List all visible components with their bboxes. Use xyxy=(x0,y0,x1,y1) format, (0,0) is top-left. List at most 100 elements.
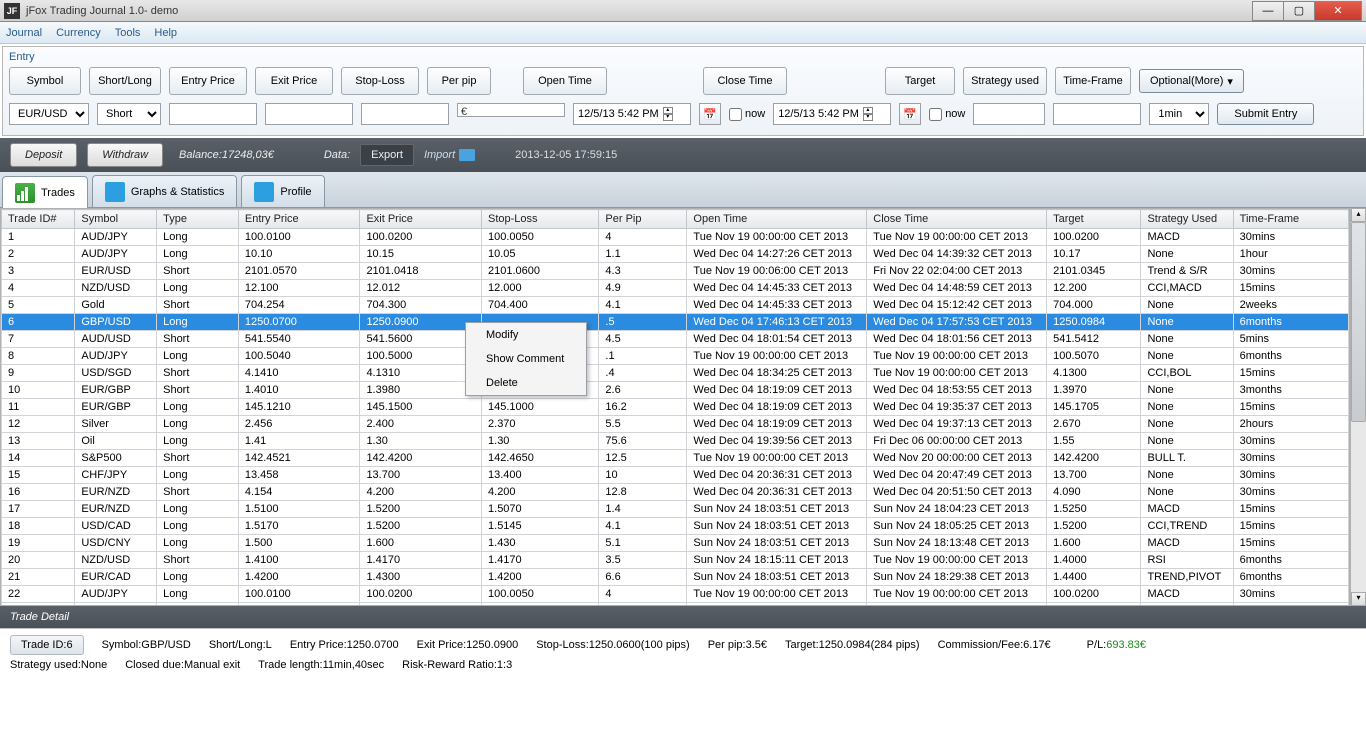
table-row[interactable]: 8AUD/JPYLong100.5040100.5000.1Tue Nov 19… xyxy=(2,348,1349,365)
cell: 6.6 xyxy=(599,569,687,586)
symbol-select[interactable]: EUR/USD xyxy=(9,103,89,125)
tab-trades[interactable]: Trades xyxy=(2,176,88,208)
cell: 1.4300 xyxy=(360,569,482,586)
label-strategy: Strategy used xyxy=(963,67,1047,95)
table-row[interactable]: 23AUD/JPYLong10.1010.1510.051.1Wed Dec 0… xyxy=(2,603,1349,607)
menu-tools[interactable]: Tools xyxy=(115,27,141,39)
open-date-picker[interactable]: 📅 xyxy=(699,103,721,125)
cell: 19 xyxy=(2,535,75,552)
scroll-thumb[interactable] xyxy=(1351,222,1366,422)
trades-grid[interactable]: Trade ID#SymbolTypeEntry PriceExit Price… xyxy=(0,208,1350,606)
cell: 4.1 xyxy=(599,518,687,535)
ctx-modify[interactable]: Modify xyxy=(466,323,586,347)
maximize-button[interactable]: ▢ xyxy=(1283,1,1315,21)
cell: 13.400 xyxy=(482,467,599,484)
cell: Sun Nov 24 18:03:51 CET 2013 xyxy=(687,535,867,552)
deposit-button[interactable]: Deposit xyxy=(10,143,77,167)
col-per-pip[interactable]: Per Pip xyxy=(599,210,687,229)
per-pip-input[interactable] xyxy=(457,103,565,117)
col-stop-loss[interactable]: Stop-Loss xyxy=(482,210,599,229)
col-open-time[interactable]: Open Time xyxy=(687,210,867,229)
table-row[interactable]: 5GoldShort704.254704.300704.4004.1Wed De… xyxy=(2,297,1349,314)
col-symbol[interactable]: Symbol xyxy=(75,210,157,229)
close-now-checkbox[interactable]: now xyxy=(929,103,965,125)
timeframe-select[interactable]: 1min xyxy=(1149,103,1209,125)
col-close-time[interactable]: Close Time xyxy=(867,210,1047,229)
label-per-pip: Per pip xyxy=(427,67,491,95)
cell: Wed Dec 04 18:53:55 CET 2013 xyxy=(867,382,1047,399)
table-row[interactable]: 22AUD/JPYLong100.0100100.0200100.00504Tu… xyxy=(2,586,1349,603)
col-type[interactable]: Type xyxy=(157,210,239,229)
cell: 6months xyxy=(1233,569,1348,586)
target-input[interactable] xyxy=(973,103,1045,125)
tab-graphs[interactable]: Graphs & Statistics xyxy=(92,175,238,207)
cell: Sun Nov 24 18:05:25 CET 2013 xyxy=(867,518,1047,535)
table-row[interactable]: 11EUR/GBPLong145.1210145.1500145.100016.… xyxy=(2,399,1349,416)
ctx-show-comment[interactable]: Show Comment xyxy=(466,347,586,371)
close-date-picker[interactable]: 📅 xyxy=(899,103,921,125)
cell: RSI xyxy=(1141,552,1233,569)
menu-journal[interactable]: Journal xyxy=(6,27,42,39)
cell: S&P500 xyxy=(75,450,157,467)
table-row[interactable]: 21EUR/CADLong1.42001.43001.42006.6Sun No… xyxy=(2,569,1349,586)
entry-price-input[interactable] xyxy=(169,103,257,125)
scroll-up-icon[interactable]: ▴ xyxy=(1351,208,1366,222)
trades-grid-wrap: Trade ID#SymbolTypeEntry PriceExit Price… xyxy=(0,208,1366,606)
table-row[interactable]: 1AUD/JPYLong100.0100100.0200100.00504Tue… xyxy=(2,229,1349,246)
table-row[interactable]: 7AUD/USDShort541.5540541.56004.5Wed Dec … xyxy=(2,331,1349,348)
open-time-input[interactable]: 12/5/13 5:42 PM▴▾ xyxy=(573,103,691,125)
table-row[interactable]: 3EUR/USDShort2101.05702101.04182101.0600… xyxy=(2,263,1349,280)
col-strategy-used[interactable]: Strategy Used xyxy=(1141,210,1233,229)
scroll-track[interactable] xyxy=(1351,222,1366,592)
col-target[interactable]: Target xyxy=(1047,210,1141,229)
cell: Long xyxy=(157,569,239,586)
optional-more-button[interactable]: Optional(More)▾ xyxy=(1139,69,1244,93)
col-time-frame[interactable]: Time-Frame xyxy=(1233,210,1348,229)
scroll-down-icon[interactable]: ▾ xyxy=(1351,592,1366,606)
menu-currency[interactable]: Currency xyxy=(56,27,101,39)
cell: 10.10 xyxy=(238,246,360,263)
table-row[interactable]: 20NZD/USDShort1.41001.41701.41703.5Sun N… xyxy=(2,552,1349,569)
spinner-icon[interactable]: ▴▾ xyxy=(863,107,873,121)
export-button[interactable]: Export xyxy=(360,144,414,166)
submit-entry-button[interactable]: Submit Entry xyxy=(1217,103,1314,125)
table-row[interactable]: 17EUR/NZDLong1.51001.52001.50701.4Sun No… xyxy=(2,501,1349,518)
table-row[interactable]: 6GBP/USDLong1250.07001250.0900.5Wed Dec … xyxy=(2,314,1349,331)
table-row[interactable]: 9USD/SGDShort4.14104.1310.4Wed Dec 04 18… xyxy=(2,365,1349,382)
minimize-button[interactable]: — xyxy=(1252,1,1284,21)
cell: CHF/JPY xyxy=(75,467,157,484)
menu-help[interactable]: Help xyxy=(154,27,177,39)
col-entry-price[interactable]: Entry Price xyxy=(238,210,360,229)
strategy-input[interactable] xyxy=(1053,103,1141,125)
col-exit-price[interactable]: Exit Price xyxy=(360,210,482,229)
grid-scrollbar[interactable]: ▴ ▾ xyxy=(1350,208,1366,606)
open-now-checkbox[interactable]: now xyxy=(729,103,765,125)
close-time-input[interactable]: 12/5/13 5:42 PM▴▾ xyxy=(773,103,891,125)
table-row[interactable]: 18USD/CADLong1.51701.52001.51454.1Sun No… xyxy=(2,518,1349,535)
stop-loss-input[interactable] xyxy=(361,103,449,125)
table-row[interactable]: 10EUR/GBPShort1.40101.39802.6Wed Dec 04 … xyxy=(2,382,1349,399)
col-trade-id-[interactable]: Trade ID# xyxy=(2,210,75,229)
table-row[interactable]: 4NZD/USDLong12.10012.01212.0004.9Wed Dec… xyxy=(2,280,1349,297)
cell: Wed Dec 04 18:19:09 CET 2013 xyxy=(687,382,867,399)
table-row[interactable]: 2AUD/JPYLong10.1010.1510.051.1Wed Dec 04… xyxy=(2,246,1349,263)
ctx-delete[interactable]: Delete xyxy=(466,371,586,395)
table-row[interactable]: 14S&P500Short142.4521142.4200142.465012.… xyxy=(2,450,1349,467)
cell: Wed Dec 04 14:27:26 CET 2013 xyxy=(687,603,867,607)
detail-field: Closed due:Manual exit xyxy=(125,659,240,671)
table-row[interactable]: 13OilLong1.411.301.3075.6Wed Dec 04 19:3… xyxy=(2,433,1349,450)
type-select[interactable]: Short xyxy=(97,103,161,125)
close-button[interactable]: ✕ xyxy=(1314,1,1362,21)
cell: Long xyxy=(157,501,239,518)
table-row[interactable]: 19USD/CNYLong1.5001.6001.4305.1Sun Nov 2… xyxy=(2,535,1349,552)
withdraw-button[interactable]: Withdraw xyxy=(87,143,163,167)
import-link[interactable]: Import xyxy=(424,149,475,161)
tab-profile[interactable]: Profile xyxy=(241,175,324,207)
cell: AUD/USD xyxy=(75,331,157,348)
spinner-icon[interactable]: ▴▾ xyxy=(663,107,673,121)
table-row[interactable]: 12SilverLong2.4562.4002.3705.5Wed Dec 04… xyxy=(2,416,1349,433)
table-row[interactable]: 16EUR/NZDShort4.1544.2004.20012.8Wed Dec… xyxy=(2,484,1349,501)
cell: 10.15 xyxy=(360,246,482,263)
table-row[interactable]: 15CHF/JPYLong13.45813.70013.40010Wed Dec… xyxy=(2,467,1349,484)
exit-price-input[interactable] xyxy=(265,103,353,125)
